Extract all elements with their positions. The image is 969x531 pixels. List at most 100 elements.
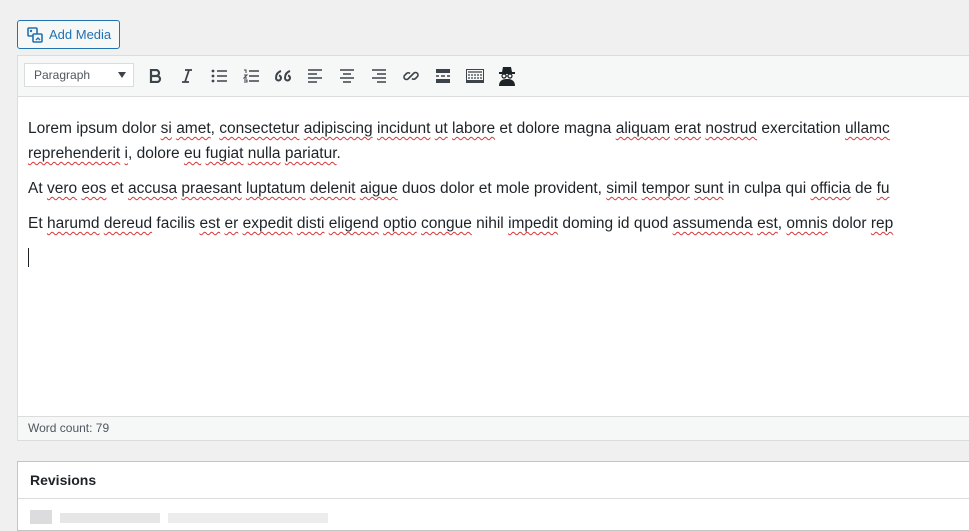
misspelled-word: impedit [508,215,559,232]
misspelled-word: ullamc [844,120,890,137]
numbered-list-icon [243,69,259,83]
toolbar-toggle-icon [466,69,484,83]
toolbar-toggle-button[interactable] [463,64,487,88]
misspelled-word: expedit [242,215,293,232]
chevron-down-icon [118,72,126,78]
text: , [210,120,220,137]
misspelled-word: accusa [127,180,178,197]
misspelled-word: est [199,215,221,232]
avatar [30,510,52,524]
spy-icon [499,67,515,86]
misspelled-word: aliquam [615,120,670,137]
paragraph-2: At vero eos et accusa praesant luptatum … [28,176,969,201]
format-select-value: Paragraph [34,68,91,82]
text: exercitation [757,120,845,137]
editor-toolbar: Paragraph [18,56,969,97]
status-bar: Word count: 79 [18,416,969,440]
misspelled-word: nostrud [705,120,758,137]
misspelled-word: reprehenderit [28,145,121,162]
revisions-panel: Revisions [17,461,969,531]
text: in culpa qui [723,180,811,197]
bold-button[interactable] [143,64,167,88]
read-more-icon [436,69,450,83]
bulleted-list-icon [211,69,227,83]
misspelled-word: simil [606,180,638,197]
align-right-button[interactable] [367,64,391,88]
misspelled-word: eligend [328,215,379,232]
classic-editor: Paragraph Lorem ipsum dolor si amet, con… [17,55,969,441]
misspelled-word: consectetur [219,120,300,137]
text: Et [28,215,47,232]
misspelled-word: incidunt [376,120,431,137]
misspelled-word: erat [674,120,702,137]
format-select[interactable]: Paragraph [24,63,134,87]
misspelled-word: adipiscing [303,120,373,137]
misspelled-word: amet [176,120,211,137]
text: dolor [827,215,871,232]
misspelled-word: praesant [181,180,242,197]
misspelled-word: labore [451,120,496,137]
align-center-button[interactable] [335,64,359,88]
misspelled-word: est [757,215,778,232]
paragraph-3: Et harumd dereud facilis est er expedit … [28,211,969,236]
text: doming id quod [558,215,673,232]
misspelled-word: vero [46,180,78,197]
misspelled-word: tempor [641,180,690,197]
misspelled-word: optio [383,215,417,232]
italic-icon [182,69,192,83]
text: de [850,180,877,197]
misspelled-word: luptatum [246,180,306,197]
revisions-heading[interactable]: Revisions [18,462,969,499]
misspelled-word: congue [421,215,472,232]
align-center-icon [340,69,354,83]
insert-read-more-button[interactable] [431,64,455,88]
spy-plugin-button[interactable] [495,64,519,88]
blockquote-button[interactable] [271,64,295,88]
text: At [28,180,47,197]
revision-row [30,510,328,524]
text: et dolore magna [495,120,616,137]
misspelled-word: eu [183,145,202,162]
misspelled-word: ut [434,120,448,137]
word-count: Word count: 79 [28,421,110,435]
text: . [336,145,341,162]
italic-button[interactable] [175,64,199,88]
misspelled-word: aigue [359,180,398,197]
misspelled-word: pariatur [284,145,337,162]
misspelled-word: er [224,215,239,232]
revision-author-placeholder [60,513,160,523]
text: facilis [152,215,200,232]
align-left-button[interactable] [303,64,327,88]
misspelled-word: rep [870,215,894,232]
text: Lorem ipsum dolor [28,120,161,137]
align-right-icon [372,69,386,83]
align-left-icon [308,69,322,83]
numbered-list-button[interactable] [239,64,263,88]
insert-link-button[interactable] [399,64,423,88]
misspelled-word: fugiat [205,145,244,162]
misspelled-word: fu [876,180,890,197]
paragraph-1: Lorem ipsum dolor si amet, consectetur a… [28,116,969,166]
misspelled-word: eos [81,180,107,197]
text: duos dolor et mole provident, [397,180,607,197]
bold-icon [149,69,162,83]
editor-content[interactable]: Lorem ipsum dolor si amet, consectetur a… [28,116,969,285]
revision-date-placeholder [168,513,328,523]
text-caret [28,248,29,267]
add-media-button[interactable]: Add Media [17,20,120,49]
misspelled-word: sunt [694,180,724,197]
text: nihil [471,215,509,232]
text: et [106,180,128,197]
misspelled-word: omnis [786,215,828,232]
add-media-label: Add Media [49,27,112,42]
misspelled-word: harumd [46,215,100,232]
misspelled-word: si [160,120,172,137]
misspelled-word: officia [810,180,851,197]
bulleted-list-button[interactable] [207,64,231,88]
empty-paragraph [28,246,969,275]
misspelled-word: disti [296,215,325,232]
misspelled-word: nulla [247,145,281,162]
text: , dolore [127,145,184,162]
misspelled-word: dereud [103,215,153,232]
link-icon [403,71,419,81]
